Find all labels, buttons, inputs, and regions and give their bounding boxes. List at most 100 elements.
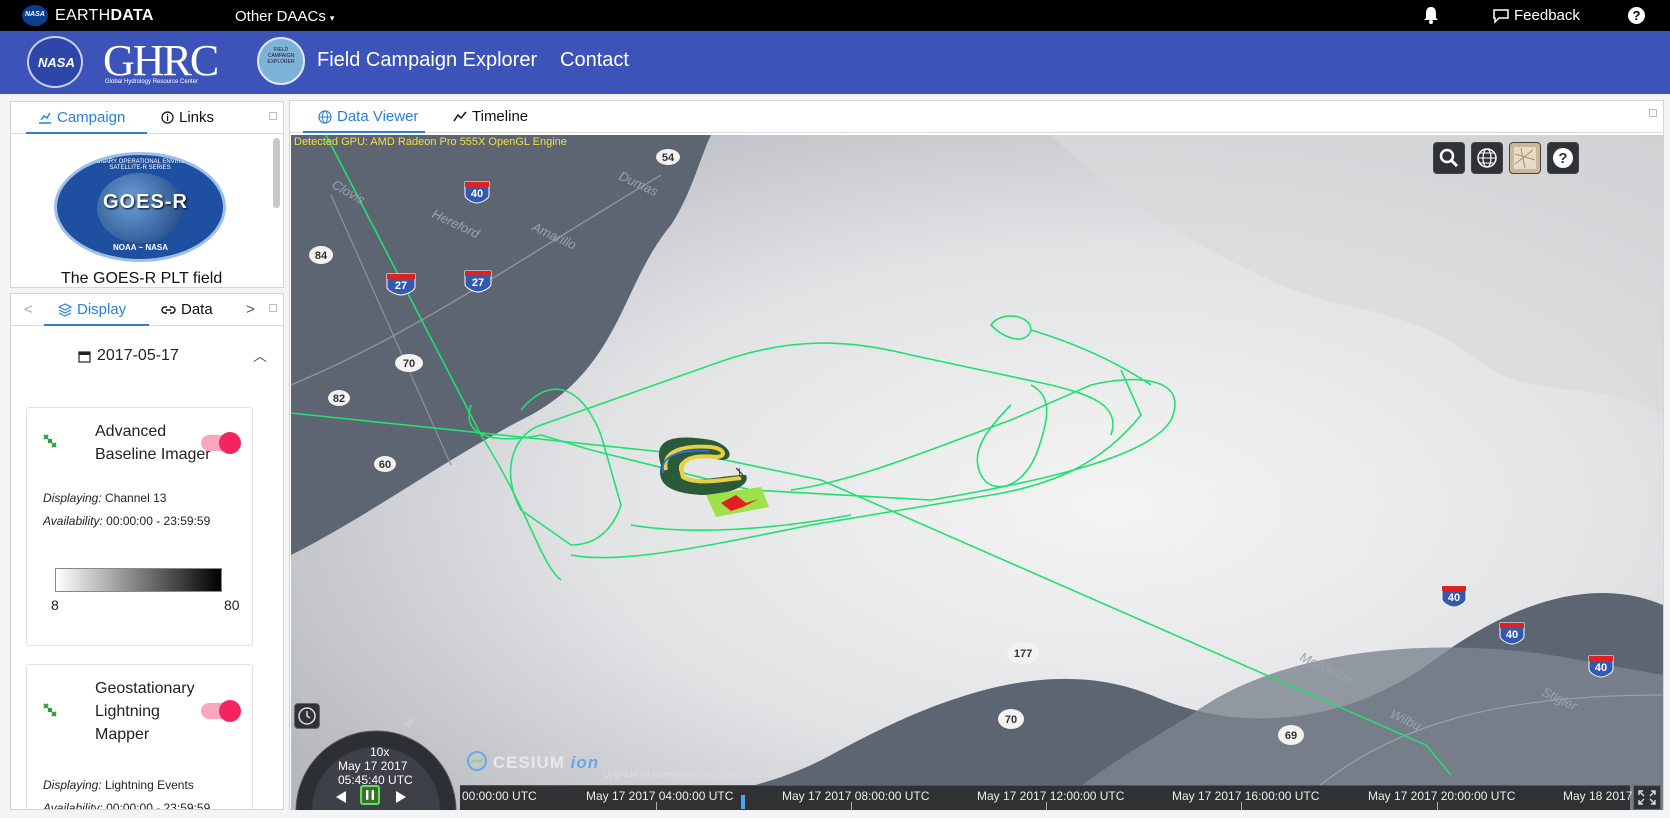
nav-contact[interactable]: Contact	[560, 49, 629, 72]
campaign-scrollbar[interactable]	[273, 138, 280, 208]
brand-bold: DATA	[110, 7, 154, 24]
viewer-tabs: Data Viewer Timeline	[290, 101, 1663, 133]
tab-campaign-label: Campaign	[57, 109, 126, 126]
search-icon	[1439, 148, 1459, 168]
svg-text:69: 69	[1285, 730, 1297, 742]
ghrc-header: NASA GHRC Global Hydrology Resource Cent…	[0, 31, 1670, 94]
nasa-meatball-icon[interactable]: NASA	[22, 5, 48, 26]
timeline-tick	[656, 802, 657, 810]
cesium-credits-link[interactable]: Upgrade for commercial use. Data attribu…	[603, 769, 782, 779]
svg-text:54: 54	[662, 152, 675, 164]
base-layer-picker-button[interactable]	[1509, 142, 1541, 174]
link-icon	[161, 305, 176, 314]
tab-links-label: Links	[179, 109, 215, 126]
chevron-up-icon[interactable]: ︿	[253, 346, 267, 366]
timeline-current-time-marker[interactable]	[741, 795, 745, 809]
other-daacs-dropdown[interactable]: Other DAACs ▾	[235, 8, 334, 25]
timeline-label: May 17 2017 08:00:00 UTC	[782, 789, 930, 803]
layer-card-abi: Advanced Baseline Imager Displaying: Cha…	[26, 407, 253, 646]
layer-availability: Availability: 00:00:00 - 23:59:59	[43, 801, 211, 810]
svg-text:70: 70	[403, 358, 415, 370]
layers-icon	[58, 302, 72, 317]
display-panel: < Display Data > 2017-05-17 ︿ Advanced B…	[10, 293, 284, 810]
globe-icon	[1477, 148, 1497, 168]
tab-active-underline	[303, 131, 425, 133]
earthdata-topbar: NASA EARTHDATA Other DAACs ▾ Feedback ?	[0, 0, 1670, 31]
tab-timeline-label: Timeline	[472, 108, 529, 125]
feedback-link[interactable]: Feedback	[1492, 7, 1580, 24]
date-group-header[interactable]: 2017-05-17 ︿	[11, 344, 283, 368]
timeline-tick	[1437, 802, 1438, 810]
timeline-label: 00:00:00 UTC	[462, 789, 537, 803]
tab-campaign[interactable]: Campaign	[38, 109, 125, 126]
campaign-description: The GOES-R PLT field	[61, 270, 223, 287]
tab-active-underline	[44, 324, 149, 326]
layer-toggle-glm[interactable]	[201, 700, 241, 722]
svg-text:?: ?	[1558, 150, 1567, 167]
navigation-help-button[interactable]: ?	[1547, 142, 1579, 174]
play-reverse-button[interactable]	[334, 789, 348, 805]
panel-maximize-icon[interactable]	[269, 304, 277, 312]
tab-data-label: Data	[181, 301, 213, 318]
map-thumbnail-icon	[1514, 147, 1536, 169]
svg-text:40: 40	[1506, 629, 1518, 641]
layer-card-glm: Geostationary Lightning Mapper Displayin…	[26, 664, 253, 810]
calendar-icon	[78, 350, 91, 363]
geocoder-search-button[interactable]	[1433, 142, 1465, 174]
question-icon: ?	[1553, 148, 1573, 168]
panel-maximize-icon[interactable]	[269, 112, 277, 120]
goes-logo-title: GOES-R	[103, 191, 188, 213]
chart-icon	[39, 112, 51, 124]
date-value: 2017-05-17	[97, 347, 179, 364]
cesium-ion-logo[interactable]: CESIUM ion	[467, 751, 599, 773]
tab-links[interactable]: Links	[161, 109, 214, 126]
svg-text:60: 60	[379, 459, 391, 471]
fullscreen-button[interactable]	[1633, 785, 1661, 810]
ghrc-logo[interactable]: GHRC Global Hydrology Resource Center	[103, 35, 235, 91]
toggle-knob	[219, 700, 241, 722]
svg-text:70: 70	[1005, 714, 1017, 726]
timeline-label: May 17 2017 16:00:00 UTC	[1172, 789, 1320, 803]
animation-speed: 10x	[370, 745, 390, 759]
satellite-icon	[43, 703, 57, 717]
cesium-ion-label: ion	[570, 753, 600, 772]
layer-toggle-abi[interactable]	[201, 432, 241, 454]
bell-icon[interactable]	[1422, 6, 1440, 24]
timeline-label: May 17 2017 04:00:00 UTC	[586, 789, 734, 803]
cesium-map-canvas[interactable]: Dumas Amarillo Clovis Hereford Stigler M…	[291, 135, 1663, 810]
animation-widget[interactable]: 10x May 17 2017 05:45:40 UTC	[294, 701, 459, 810]
timeline-bar[interactable]: 00:00:00 UTC May 17 2017 04:00:00 UTC Ma…	[460, 785, 1633, 810]
tab-data-viewer[interactable]: Data Viewer	[318, 108, 418, 125]
tab-display[interactable]: Display	[58, 301, 126, 318]
colorbar	[55, 568, 222, 592]
timeline-label: May 18 2017	[1563, 789, 1633, 803]
animation-date: May 17 2017	[338, 759, 408, 773]
layer-displaying: Displaying: Channel 13	[43, 491, 167, 505]
svg-text:40: 40	[1448, 592, 1460, 604]
pause-button[interactable]	[360, 785, 380, 805]
tab-next-arrow[interactable]: >	[246, 301, 255, 318]
tab-data[interactable]: Data	[161, 301, 213, 318]
satellite-icon	[43, 434, 57, 448]
layer-name: Advanced Baseline Imager	[95, 423, 211, 463]
cesium-logo-icon	[467, 751, 487, 771]
play-button[interactable]	[394, 789, 408, 805]
scene-mode-button[interactable]	[1471, 142, 1503, 174]
nasa-logo[interactable]: NASA	[27, 36, 83, 88]
expand-icon	[1638, 790, 1656, 805]
map-scene[interactable]: Dumas Amarillo Clovis Hereford Stigler M…	[291, 135, 1663, 810]
panel-maximize-icon[interactable]	[1649, 109, 1657, 117]
ghrc-logo-subtitle: Global Hydrology Resource Center	[105, 79, 199, 85]
svg-text:27: 27	[395, 280, 407, 292]
campaign-tabs: Campaign Links	[11, 102, 283, 134]
timeline-label: May 17 2017 12:00:00 UTC	[977, 789, 1125, 803]
field-campaign-explorer-logo[interactable]: FIELD CAMPAIGN EXPLORER	[257, 37, 305, 85]
help-icon[interactable]: ?	[1628, 7, 1645, 24]
nav-field-campaign-explorer[interactable]: Field Campaign Explorer	[317, 49, 537, 72]
colorbar-max: 80	[224, 597, 240, 613]
tab-timeline[interactable]: Timeline	[453, 108, 528, 125]
date-label: 2017-05-17	[78, 347, 179, 365]
tab-prev-arrow[interactable]: <	[24, 301, 33, 318]
earthdata-brand[interactable]: EARTHDATA	[55, 7, 154, 25]
timeline-label: May 17 2017 20:00:00 UTC	[1368, 789, 1516, 803]
